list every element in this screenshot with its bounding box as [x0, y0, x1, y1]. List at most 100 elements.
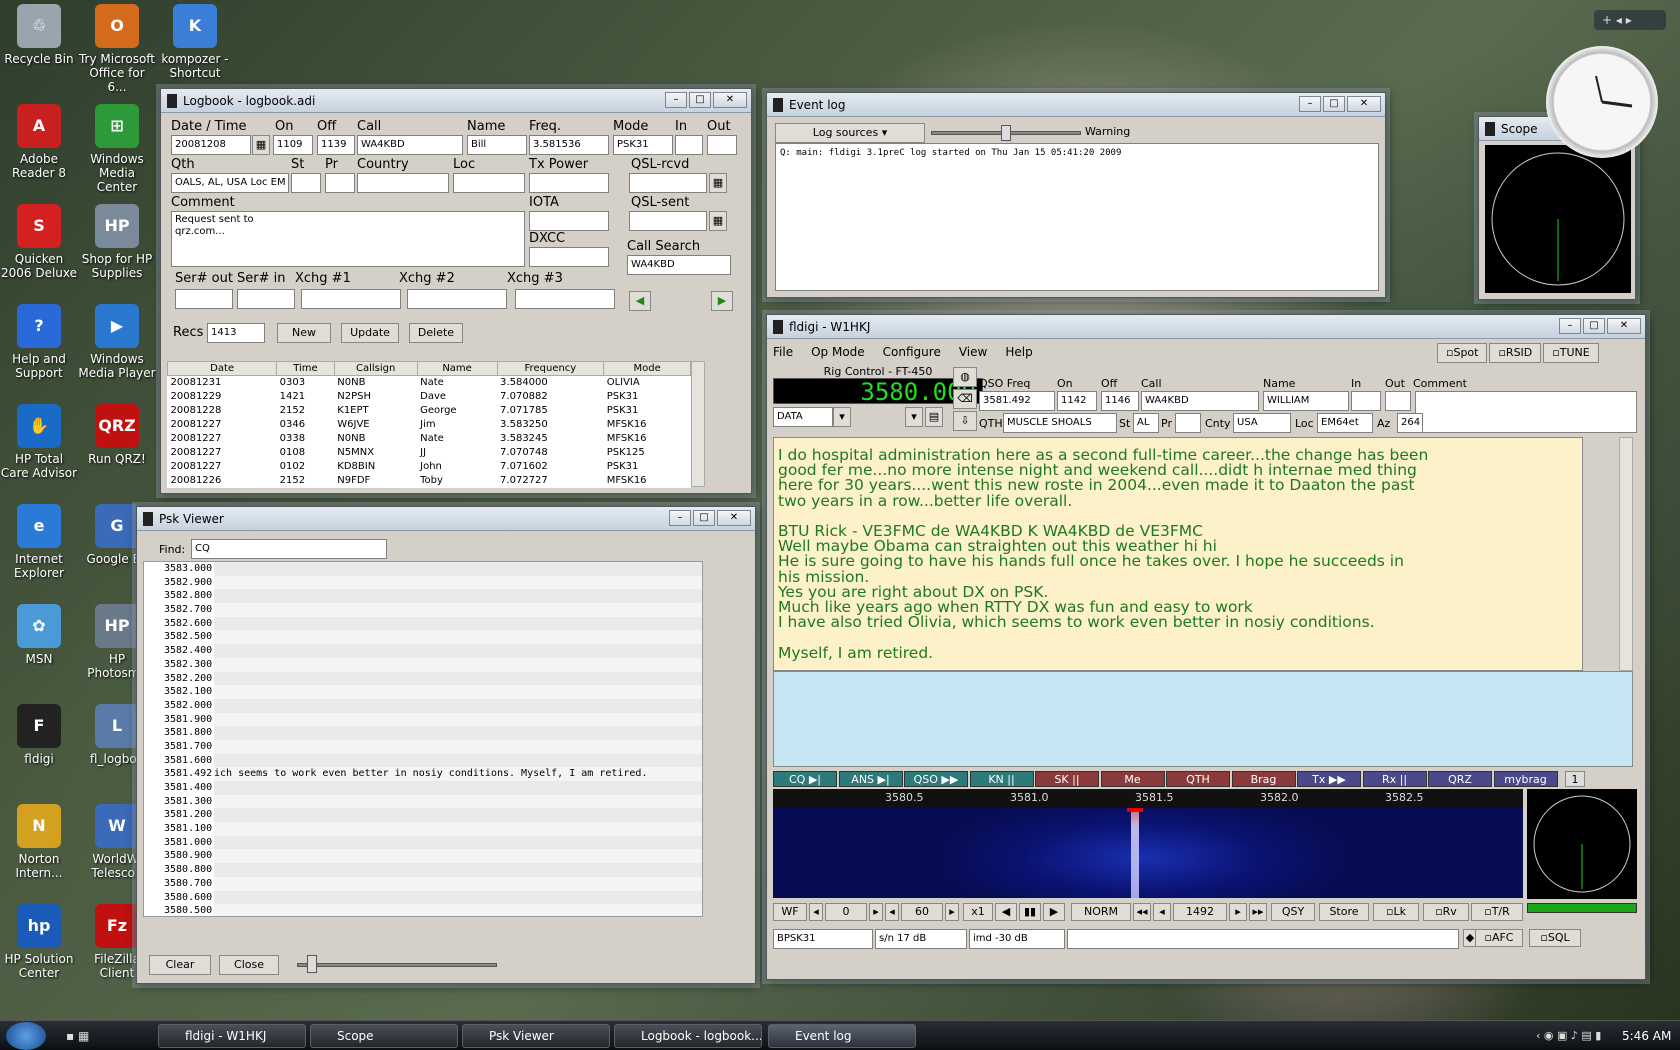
azimuth-field[interactable]: 264: [1397, 413, 1423, 433]
xchg1-field[interactable]: [301, 289, 401, 309]
calendar-icon[interactable]: ▦: [709, 211, 727, 231]
menu-item[interactable]: Help: [1005, 345, 1032, 361]
state-field[interactable]: AL: [1133, 413, 1159, 433]
serin-field[interactable]: [237, 289, 295, 309]
table-row[interactable]: 20081227 0108 N5MNX JJ 7.070748 PSK125: [167, 445, 691, 460]
update-button[interactable]: Update: [341, 323, 399, 343]
tr-toggle[interactable]: ▫T/R: [1471, 903, 1523, 921]
close-icon[interactable]: ✕: [1347, 96, 1381, 112]
toggle-button[interactable]: ▫TUNE: [1543, 343, 1599, 363]
desktop-icon[interactable]: S Quicken 2006 Deluxe: [0, 204, 78, 280]
dxcc-field[interactable]: [529, 247, 609, 267]
maximize-icon[interactable]: □: [1323, 96, 1345, 112]
eventlog-titlebar[interactable]: Event log – □ ✕: [767, 93, 1385, 117]
increment-icon[interactable]: ▸: [945, 903, 959, 921]
macro-button[interactable]: mybrag: [1493, 771, 1558, 787]
time-on-field[interactable]: 1109: [273, 135, 313, 155]
right-arrow-icon[interactable]: ▶: [1043, 903, 1065, 921]
rst-in-field[interactable]: [1351, 391, 1381, 411]
locator-field[interactable]: EM64et: [1317, 413, 1373, 433]
speed-button[interactable]: NORM: [1071, 903, 1131, 921]
macro-button[interactable]: QSO ▶▶: [904, 771, 968, 787]
table-row[interactable]: 20081227 0346 W6JVE Jim 3.583250 MFSK16: [167, 417, 691, 432]
macro-button[interactable]: Tx ▶▶: [1297, 771, 1361, 787]
macro-button[interactable]: ANS ▶|: [838, 771, 903, 787]
calendar-icon[interactable]: ▦: [709, 173, 727, 193]
rx-scrollbar[interactable]: [1619, 437, 1633, 671]
taskbar-item[interactable]: Event log: [768, 1024, 916, 1048]
macro-button[interactable]: Brag: [1231, 771, 1296, 787]
psk-channel-row[interactable]: 3581.700: [144, 739, 702, 754]
close-icon[interactable]: ✕: [713, 92, 747, 108]
close-icon[interactable]: ✕: [1607, 318, 1641, 334]
desktop-icon[interactable]: e Internet Explorer: [0, 504, 78, 580]
table-row[interactable]: 20081227 0102 KD8BIN John 7.071602 PSK31: [167, 459, 691, 474]
maximize-icon[interactable]: □: [689, 92, 711, 108]
desktop-icon[interactable]: ? Help and Support: [0, 304, 78, 380]
reverse-toggle[interactable]: ▫Rv: [1423, 903, 1469, 921]
clock-text[interactable]: 5:46 AM: [1622, 1029, 1671, 1043]
table-row[interactable]: 20081226 2152 N9FDF Toby 7.072727 MFSK16: [167, 473, 691, 488]
clear-button[interactable]: Clear: [149, 955, 211, 975]
menu-item[interactable]: View: [959, 345, 987, 361]
macro-button[interactable]: CQ ▶|: [773, 771, 837, 787]
decrement-icon[interactable]: ◂: [809, 903, 823, 921]
qslsent-field[interactable]: [629, 211, 707, 231]
squelch-slider[interactable]: [297, 963, 497, 967]
forward-icon[interactable]: ▸: [1229, 903, 1247, 921]
psk-channel-row[interactable]: 3581.492 ich seems to work even better in…: [144, 767, 702, 781]
sql-toggle[interactable]: ▫SQL: [1529, 929, 1581, 947]
quick-launch-icon[interactable]: ▪ ▦: [66, 1029, 89, 1043]
toggle-button[interactable]: ▫RSID: [1489, 343, 1542, 363]
back-icon[interactable]: ◂: [1153, 903, 1171, 921]
column-header[interactable]: Callsign: [333, 361, 418, 376]
increment-icon[interactable]: ▸: [869, 903, 883, 921]
fldigi-titlebar[interactable]: fldigi - W1HKJ – □ ✕: [767, 315, 1645, 339]
desktop-icon[interactable]: ✋ HP Total Care Advisor: [0, 404, 78, 480]
call-field[interactable]: WA4KBD: [357, 135, 463, 155]
xchg2-field[interactable]: [407, 289, 507, 309]
time-off-field[interactable]: 1139: [317, 135, 355, 155]
log-table-scrollbar[interactable]: [691, 361, 705, 487]
macro-button[interactable]: QRZ: [1428, 771, 1492, 787]
range-field[interactable]: 60: [901, 903, 943, 921]
table-row[interactable]: 20081229 1421 N2PSH Dave 7.070882 PSK31: [167, 389, 691, 404]
callsearch-field[interactable]: WA4KBD: [627, 255, 731, 275]
psk-channel-row[interactable]: 3582.000: [144, 698, 702, 713]
desktop-icon[interactable]: hp HP Solution Center: [0, 904, 78, 980]
taskbar-item[interactable]: Psk Viewer: [462, 1024, 610, 1048]
transmit-text-area[interactable]: [773, 671, 1633, 767]
psk-channel-row[interactable]: 3581.900: [144, 712, 702, 727]
desktop-icon[interactable]: HP Shop for HP Supplies: [78, 204, 156, 280]
squelch-slider-handle[interactable]: [307, 955, 317, 973]
psk-channel-row[interactable]: 3580.700: [144, 876, 702, 891]
macro-button[interactable]: Me: [1100, 771, 1165, 787]
psk-channel-row[interactable]: 3582.700: [144, 603, 702, 617]
toggle-button[interactable]: ▫Spot: [1437, 343, 1488, 363]
desktop-icon[interactable]: A Adobe Reader 8: [0, 104, 78, 180]
close-button[interactable]: Close: [219, 955, 279, 975]
xchg3-field[interactable]: [515, 289, 615, 309]
psk-channel-row[interactable]: 3582.100: [144, 685, 702, 699]
store-button[interactable]: Store: [1319, 903, 1369, 921]
psk-channel-row[interactable]: 3581.000: [144, 835, 702, 850]
rst-out-field[interactable]: [707, 135, 737, 155]
maximize-icon[interactable]: □: [1583, 318, 1605, 334]
fast-forward-icon[interactable]: ▸▸: [1249, 903, 1267, 921]
macro-page-indicator[interactable]: 1: [1565, 771, 1585, 787]
txpower-field[interactable]: [529, 173, 609, 193]
freq-field[interactable]: 3.581536: [529, 135, 609, 155]
rst-in-field[interactable]: [675, 135, 703, 155]
psk-channel-row[interactable]: 3581.300: [144, 794, 702, 809]
rig-mode-select[interactable]: DATA: [773, 407, 833, 427]
mode-field[interactable]: PSK31: [613, 135, 673, 155]
psk-channel-row[interactable]: 3580.800: [144, 863, 702, 877]
qth-field[interactable]: OALS, AL, USA Loc EM: [171, 173, 289, 193]
desktop-icon[interactable]: N Norton Intern...: [0, 804, 78, 880]
audio-frequency-field[interactable]: 1492: [1173, 903, 1227, 921]
psk-channel-row[interactable]: 3583.000: [144, 562, 702, 576]
minimize-icon[interactable]: –: [665, 92, 687, 108]
psk-channel-row[interactable]: 3581.100: [144, 822, 702, 836]
reference-field[interactable]: 0: [825, 903, 867, 921]
psk-channel-row[interactable]: 3582.300: [144, 657, 702, 672]
